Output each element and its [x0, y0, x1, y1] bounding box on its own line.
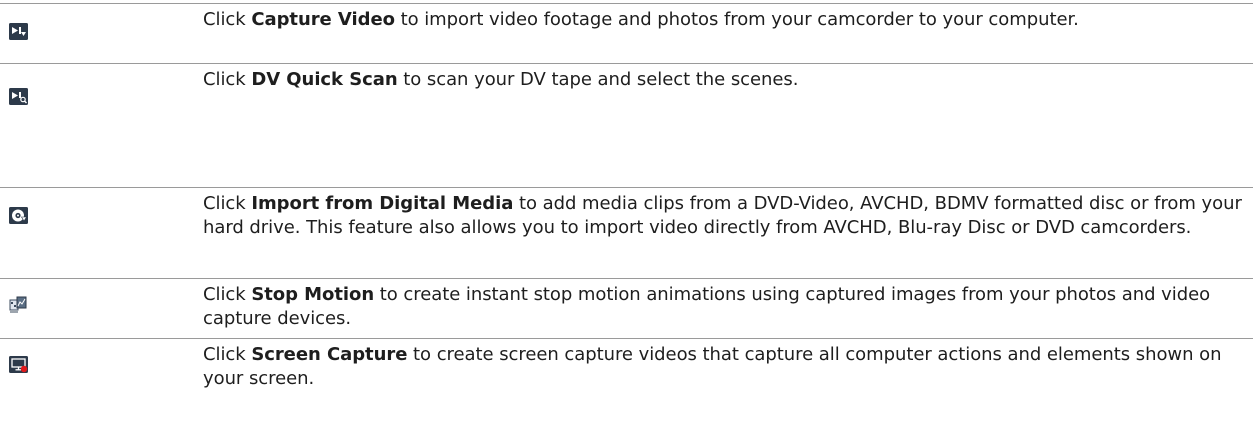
row-description: Click Capture Video to import video foot… — [203, 9, 1079, 30]
screen-capture-icon[interactable] — [9, 356, 28, 373]
table-row: Click Capture Video to import video foot… — [0, 3, 1253, 63]
dv-quick-scan-icon[interactable] — [9, 88, 28, 105]
row-description: Click Import from Digital Media to add m… — [203, 193, 1242, 238]
feature-name: Screen Capture — [251, 344, 408, 365]
feature-name: DV Quick Scan — [251, 69, 398, 90]
capture-video-icon[interactable] — [9, 23, 28, 40]
feature-name: Capture Video — [251, 9, 395, 30]
table-row: Click Stop Motion to create instant stop… — [0, 278, 1253, 338]
row-description: Click DV Quick Scan to scan your DV tape… — [203, 69, 799, 90]
feature-name: Import from Digital Media — [251, 193, 514, 214]
import-digital-media-icon[interactable] — [9, 207, 28, 224]
table-row: Click Screen Capture to create screen ca… — [0, 338, 1253, 445]
row-description: Click Screen Capture to create screen ca… — [203, 344, 1222, 389]
table-row: Click DV Quick Scan to scan your DV tape… — [0, 63, 1253, 187]
stop-motion-icon[interactable] — [9, 296, 28, 313]
feature-name: Stop Motion — [251, 284, 375, 305]
row-description: Click Stop Motion to create instant stop… — [203, 284, 1211, 329]
table-row: Click Import from Digital Media to add m… — [0, 187, 1253, 278]
